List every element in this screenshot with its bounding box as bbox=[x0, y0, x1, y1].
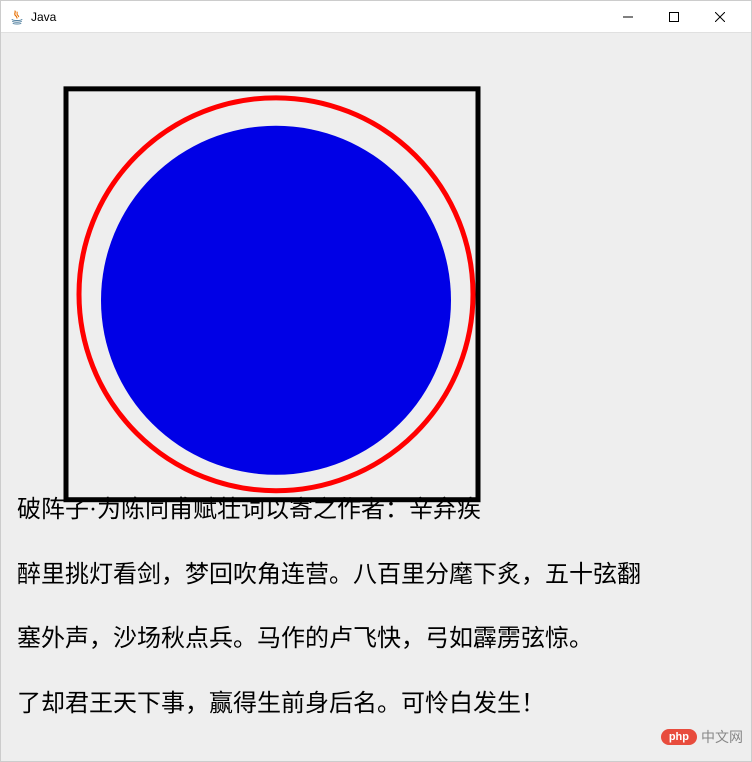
titlebar[interactable]: Java bbox=[1, 1, 751, 33]
watermark-text: 中文网 bbox=[701, 727, 743, 747]
poem-line-3: 塞外声，沙场秋点兵。马作的卢飞快，弓如霹雳弦惊。 bbox=[17, 623, 737, 655]
close-button[interactable] bbox=[697, 1, 743, 33]
poem-line-2: 醉里挑灯看剑，梦回吹角连营。八百里分麾下炙，五十弦翻 bbox=[17, 559, 737, 591]
watermark-badge: php bbox=[661, 729, 697, 745]
java-app-icon bbox=[9, 9, 25, 25]
java-window: Java 破阵子·为陈同甫赋壮词以寄之作者：辛弃疾 醉里挑灯看剑，梦回吹角连营。… bbox=[0, 0, 752, 762]
minimize-button[interactable] bbox=[605, 1, 651, 33]
blue-filled-circle bbox=[101, 126, 451, 475]
poem-line-1: 破阵子·为陈同甫赋壮词以寄之作者：辛弃疾 bbox=[17, 494, 737, 526]
client-area: 破阵子·为陈同甫赋壮词以寄之作者：辛弃疾 醉里挑灯看剑，梦回吹角连营。八百里分麾… bbox=[1, 33, 751, 761]
window-title: Java bbox=[31, 10, 56, 24]
maximize-button[interactable] bbox=[651, 1, 697, 33]
window-controls bbox=[605, 1, 743, 32]
poem-line-4: 了却君王天下事，赢得生前身后名。可怜白发生！ bbox=[17, 688, 737, 720]
watermark: php 中文网 bbox=[661, 727, 743, 747]
poem-text: 破阵子·为陈同甫赋壮词以寄之作者：辛弃疾 醉里挑灯看剑，梦回吹角连营。八百里分麾… bbox=[17, 461, 737, 753]
